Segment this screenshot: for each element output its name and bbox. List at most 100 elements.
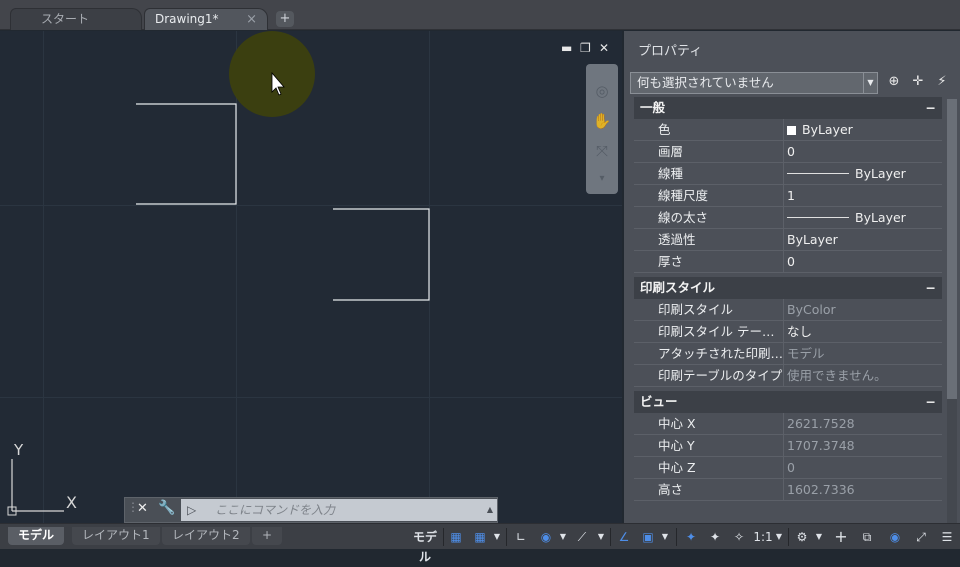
chevron-down-icon[interactable]: ▼ [863, 73, 877, 93]
workspace-dropdown-icon[interactable]: ▼ [814, 527, 824, 547]
clean-screen-icon[interactable]: ⤢ [910, 527, 932, 547]
property-key: 線種 [634, 163, 784, 184]
drawing-geometry [136, 71, 430, 301]
section-general[interactable]: 一般 − [634, 97, 942, 119]
customization-menu-icon[interactable]: ☰ [936, 527, 958, 547]
collapse-icon[interactable]: − [926, 277, 936, 299]
property-value: ByLayer [787, 163, 906, 184]
property-row[interactable]: 高さ 1602.7336 [634, 479, 942, 501]
tab-model[interactable]: モデル [8, 527, 65, 545]
annotation-monitor-plus-icon[interactable]: + [830, 527, 852, 547]
property-row[interactable]: 色 ByLayer [634, 119, 942, 141]
mouse-cursor-icon [271, 71, 285, 96]
property-row[interactable]: 中心 X 2621.7528 [634, 413, 942, 435]
units-icon[interactable]: ⧉ [856, 527, 878, 547]
properties-palette: プロパティ 何も選択されていません ▼ ⊕ ✛ ⚡ 一般 − 色 ByLayer … [624, 31, 960, 523]
property-row[interactable]: 線種 ByLayer [634, 163, 942, 185]
selection-value: 何も選択されていません [637, 75, 774, 90]
property-row[interactable]: アタッチされた印刷… モデル [634, 343, 942, 365]
property-value: モデル [787, 346, 825, 361]
quick-select-icon[interactable]: ⚡ [933, 74, 951, 92]
zoom-extents-icon[interactable]: ⤧ [591, 140, 613, 162]
command-prompt-icon[interactable]: ▷ [187, 499, 196, 521]
close-command-icon[interactable]: ✕ [137, 501, 148, 516]
scale-value[interactable]: 1:1 [752, 527, 774, 547]
annotation-scale-icon[interactable]: ✧ [728, 527, 750, 547]
steering-wheel-icon[interactable]: ◎ [591, 80, 613, 102]
snap-dropdown-icon[interactable]: ▼ [492, 527, 502, 547]
tab-drawing1-label: Drawing1* [155, 12, 219, 26]
new-tab-button[interactable]: + [276, 11, 294, 27]
property-row[interactable]: 線種尺度 1 [634, 185, 942, 207]
add-layout-button[interactable]: + [252, 527, 283, 545]
property-value: 0 [787, 144, 795, 159]
workspace-gear-icon[interactable]: ⚙ [792, 527, 812, 547]
property-value: ByColor [787, 302, 836, 317]
document-tab-bar: スタート Drawing1* × + [0, 0, 960, 30]
bracket-shape-2 [333, 208, 430, 301]
property-value: ByLayer [787, 119, 853, 140]
isolate-objects-icon[interactable]: ◉ [884, 527, 906, 547]
command-history-icon[interactable]: ▲ [487, 499, 493, 521]
snap-icon[interactable]: ▦ [470, 527, 490, 547]
scrollbar-thumb[interactable] [947, 99, 957, 399]
property-row[interactable]: 印刷スタイル テー… なし [634, 321, 942, 343]
property-row[interactable]: 透過性 ByLayer [634, 229, 942, 251]
navbar-dropdown-icon[interactable]: ▾ [591, 168, 613, 190]
collapse-icon[interactable]: − [926, 391, 936, 413]
linetype-sample [787, 173, 849, 174]
isodraft-icon[interactable]: ⟋ [572, 527, 592, 547]
ortho-icon[interactable]: ∟ [510, 527, 532, 547]
property-key: 透過性 [634, 229, 784, 250]
polar-icon[interactable]: ◉ [536, 527, 556, 547]
property-value: 1707.3748 [787, 438, 855, 453]
command-input[interactable]: ▷ ここにコマンドを入力 ▲ [181, 499, 497, 521]
property-value: 0 [787, 460, 795, 475]
tab-layout1[interactable]: レイアウト1 [72, 527, 160, 545]
tab-drawing1[interactable]: Drawing1* × [144, 8, 268, 30]
property-row[interactable]: 厚さ 0 [634, 251, 942, 273]
property-key: 高さ [634, 479, 784, 500]
annotation-visibility-icon[interactable]: ✦ [680, 527, 702, 547]
property-value: 1 [787, 188, 795, 203]
restore-viewport-icon[interactable]: ❐ [580, 41, 591, 55]
palette-scrollbar[interactable] [947, 99, 957, 523]
property-row[interactable]: 画層 0 [634, 141, 942, 163]
property-row[interactable]: 中心 Z0 [634, 457, 942, 479]
customize-wrench-icon[interactable]: 🔧 [158, 500, 175, 516]
minimize-viewport-icon[interactable]: ▬ [561, 41, 572, 55]
close-tab-icon[interactable]: × [246, 9, 257, 30]
object-snap-icon[interactable]: ▣ [638, 527, 658, 547]
property-row[interactable]: 中心 Y 1707.3748 [634, 435, 942, 457]
property-row[interactable]: 印刷テーブルのタイプ 使用できません。 [634, 365, 942, 387]
polar-dropdown-icon[interactable]: ▼ [558, 527, 568, 547]
tab-start[interactable]: スタート [10, 8, 142, 30]
close-viewport-icon[interactable]: ✕ [599, 41, 609, 55]
drawing-canvas[interactable]: ▬ ❐ ✕ ◎ ✋ ⤧ ▾ Y X ⋮ ✕ 🔧 ▷ ここにコマンドを入力 ▲ [0, 31, 622, 523]
osnap-dropdown-icon[interactable]: ▼ [660, 527, 670, 547]
collapse-icon[interactable]: − [926, 97, 936, 119]
palette-title: プロパティ [638, 44, 703, 59]
object-snap-tracking-icon[interactable]: ∠ [614, 527, 634, 547]
property-row[interactable]: 印刷スタイル ByColor [634, 299, 942, 321]
section-view[interactable]: ビュー − [634, 391, 942, 413]
toggle-pickadd-icon[interactable]: ⊕ [885, 74, 903, 92]
select-objects-icon[interactable]: ✛ [909, 74, 927, 92]
property-key: 中心 X [634, 413, 784, 434]
color-swatch [787, 126, 796, 135]
tab-layout2[interactable]: レイアウト2 [162, 527, 250, 545]
scale-dropdown-icon[interactable]: ▼ [774, 527, 784, 547]
property-value: 0 [787, 254, 795, 269]
pan-hand-icon[interactable]: ✋ [591, 110, 613, 132]
property-value: ByLayer [787, 232, 838, 247]
property-row[interactable]: 線の太さ ByLayer [634, 207, 942, 229]
isodraft-dropdown-icon[interactable]: ▼ [596, 527, 606, 547]
grid-icon[interactable]: ▦ [446, 527, 466, 547]
model-space-button[interactable]: モデル [408, 527, 442, 564]
auto-scale-icon[interactable]: ✦ [704, 527, 726, 547]
section-plot-style[interactable]: 印刷スタイル − [634, 277, 942, 299]
selection-dropdown[interactable]: 何も選択されていません ▼ [630, 72, 878, 94]
bracket-shape-1 [136, 103, 237, 205]
property-value: なし [787, 324, 813, 339]
property-value: 2621.7528 [787, 416, 855, 431]
